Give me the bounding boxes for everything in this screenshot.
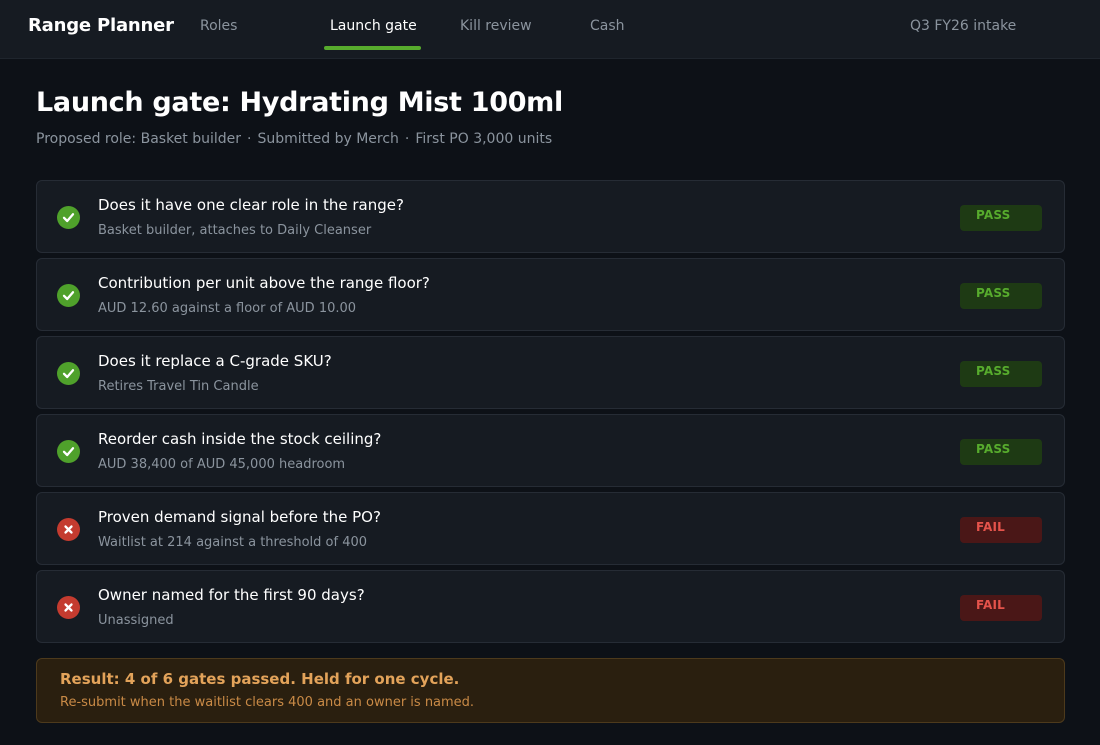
submitted-by: Submitted by Merch <box>257 131 399 147</box>
status-badge: PASS <box>960 439 1042 465</box>
nav-tab-kill-review[interactable]: Kill review <box>460 18 532 34</box>
cross-icon <box>57 596 80 619</box>
active-tab-indicator <box>324 46 421 50</box>
gate-row: Contribution per unit above the range fl… <box>36 258 1065 331</box>
page-subtitle: Proposed role: Basket builder · Submitted … <box>36 131 552 147</box>
gate-question: Does it have one clear role in the range… <box>98 196 404 214</box>
status-badge: PASS <box>960 283 1042 309</box>
app-title: Range Planner <box>28 15 174 36</box>
check-icon <box>57 362 80 385</box>
gate-detail: AUD 12.60 against a floor of AUD 10.00 <box>98 301 357 316</box>
separator-dot: · <box>247 131 252 147</box>
gate-detail: Retires Travel Tin Candle <box>98 379 259 394</box>
gate-detail: Waitlist at 214 against a threshold of 4… <box>98 535 368 550</box>
status-badge: PASS <box>960 361 1042 387</box>
check-icon <box>57 284 80 307</box>
gate-detail: Basket builder, attaches to Daily Cleans… <box>98 223 372 238</box>
status-badge: PASS <box>960 205 1042 231</box>
gate-row: Does it have one clear role in the range… <box>36 180 1065 253</box>
result-headline: Result: 4 of 6 gates passed. Held for on… <box>60 670 460 688</box>
status-badge: FAIL <box>960 595 1042 621</box>
page-title: Launch gate: Hydrating Mist 100ml <box>36 87 563 118</box>
check-icon <box>57 440 80 463</box>
status-badge: FAIL <box>960 517 1042 543</box>
result-note: Re-submit when the waitlist clears 400 a… <box>60 695 475 710</box>
check-icon <box>57 206 80 229</box>
gate-row: Does it replace a C-grade SKU? Retires T… <box>36 336 1065 409</box>
nav-tab-launch-gate[interactable]: Launch gate <box>330 18 417 34</box>
intake-period-label[interactable]: Q3 FY26 intake <box>910 18 1016 34</box>
first-po: First PO 3,000 units <box>415 131 553 147</box>
gate-checklist: Does it have one clear role in the range… <box>36 180 1065 648</box>
gate-row: Proven demand signal before the PO? Wait… <box>36 492 1065 565</box>
proposed-role: Proposed role: Basket builder <box>36 131 242 147</box>
separator-dot: · <box>404 131 410 147</box>
gate-question: Owner named for the first 90 days? <box>98 586 365 604</box>
gate-question: Contribution per unit above the range fl… <box>98 274 430 292</box>
gate-row: Reorder cash inside the stock ceiling? A… <box>36 414 1065 487</box>
gate-detail: AUD 38,400 of AUD 45,000 headroom <box>98 457 346 472</box>
gate-row: Owner named for the first 90 days? Unass… <box>36 570 1065 643</box>
gate-question: Does it replace a C-grade SKU? <box>98 352 332 370</box>
top-navigation-bar: Range Planner Roles Launch gate Kill rev… <box>0 0 1100 59</box>
gate-question: Proven demand signal before the PO? <box>98 508 381 526</box>
nav-tab-roles[interactable]: Roles <box>200 18 237 34</box>
gate-detail: Unassigned <box>98 613 174 628</box>
result-banner: Result: 4 of 6 gates passed. Held for on… <box>36 658 1065 723</box>
cross-icon <box>57 518 80 541</box>
nav-tab-cash[interactable]: Cash <box>590 18 625 34</box>
gate-question: Reorder cash inside the stock ceiling? <box>98 430 382 448</box>
